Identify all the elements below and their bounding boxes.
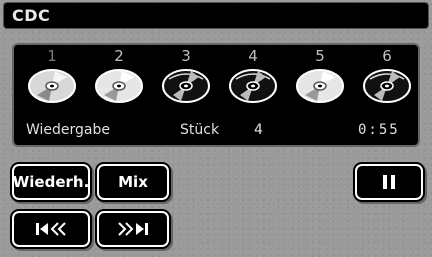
app-title: CDC [12, 6, 51, 25]
repeat-button[interactable]: Wiederh. [12, 164, 90, 200]
cd-icon [95, 69, 143, 103]
mix-button-label: Mix [118, 173, 148, 191]
skip-forward-button[interactable] [97, 211, 169, 247]
disc-number: 5 [315, 47, 325, 65]
cd-icon [28, 69, 76, 103]
pause-icon [383, 175, 395, 189]
disc-number: 2 [114, 47, 124, 65]
track-label: Stück [180, 122, 220, 138]
disc-number: 4 [248, 47, 258, 65]
track-number: 4 [254, 122, 263, 138]
disc-panel: 1 2 3 4 5 6 Wiedergabe Stück 4 0:55 [12, 43, 420, 147]
skip-back-button[interactable] [12, 211, 90, 247]
disc-number: 1 [47, 47, 57, 65]
mix-button[interactable]: Mix [97, 164, 169, 200]
title-bar: CDC [3, 2, 429, 29]
cd-icon [363, 69, 411, 103]
cd-icon [229, 69, 277, 103]
cd-icon [296, 69, 344, 103]
pause-button[interactable] [355, 164, 423, 200]
elapsed-time: 0:55 [358, 122, 400, 138]
disc-number: 3 [181, 47, 191, 65]
disc-slot-4[interactable]: 4 [225, 47, 281, 117]
disc-slot-1[interactable]: 1 [24, 47, 80, 117]
disc-slot-5[interactable]: 5 [292, 47, 348, 117]
disc-number: 6 [382, 47, 392, 65]
mode-label: Wiedergabe [26, 122, 111, 138]
repeat-button-label: Wiederh. [12, 173, 90, 191]
disc-slot-2[interactable]: 2 [91, 47, 147, 117]
disc-slot-6[interactable]: 6 [359, 47, 415, 117]
skip-back-icon [36, 222, 66, 236]
disc-slot-3[interactable]: 3 [158, 47, 214, 117]
cd-icon [162, 69, 210, 103]
skip-forward-icon [118, 222, 148, 236]
